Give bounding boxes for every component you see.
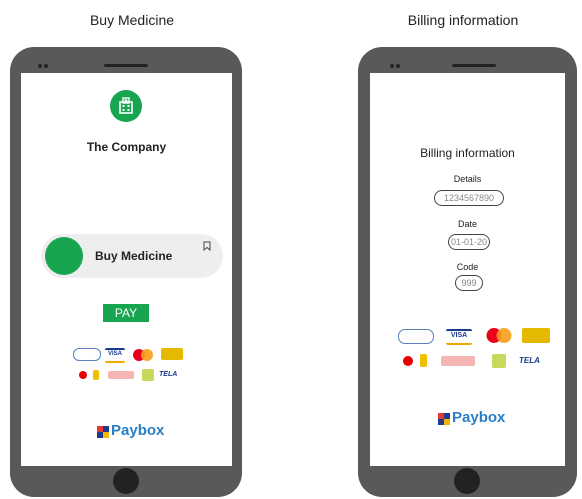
paybox-icon	[438, 412, 450, 425]
billing-title: Billing information	[420, 146, 515, 160]
home-button[interactable]	[113, 468, 139, 494]
company-logo-icon	[110, 90, 142, 122]
mtn-logo	[420, 354, 427, 367]
visa-logo: VISA	[446, 329, 472, 345]
right-screen: Billing information Details 1234567890 D…	[370, 73, 565, 466]
home-button[interactable]	[454, 468, 480, 494]
paybox-icon	[97, 425, 109, 438]
camera-dot	[38, 64, 42, 68]
medicine-image	[45, 237, 83, 275]
mpesa-logo	[161, 348, 183, 360]
code-label: Code	[456, 262, 479, 272]
buy-medicine-label: Buy Medicine	[95, 249, 173, 263]
vodafone-logo	[79, 371, 87, 379]
date-field[interactable]: 01-01-20	[448, 234, 490, 250]
girokart-logo	[73, 348, 101, 361]
pay-button[interactable]: PAY	[103, 304, 149, 322]
tela-logo: TELA	[159, 371, 178, 378]
airtel-tigo-logo	[108, 371, 134, 379]
left-phone: The Company Buy Medicine PAY VISA TELA P…	[10, 47, 242, 497]
left-screen: The Company Buy Medicine PAY VISA TELA P…	[21, 73, 232, 466]
right-phone: Billing information Details 1234567890 D…	[358, 47, 577, 497]
paybox-label: Paybox	[111, 422, 165, 439]
sensor-dot	[396, 64, 400, 68]
speaker	[452, 64, 496, 67]
bookmark-icon[interactable]	[203, 238, 211, 256]
details-label: Details	[453, 174, 482, 184]
girokart-logo	[398, 329, 434, 344]
tela-logo: TELA	[519, 356, 540, 365]
speaker	[104, 64, 148, 67]
date-label: Date	[457, 219, 477, 229]
mastercard-logo	[131, 348, 155, 361]
right-caption: Billing information	[407, 12, 519, 28]
visa-logo: VISA	[105, 348, 125, 363]
camera-dot	[390, 64, 394, 68]
mtn-logo	[93, 370, 99, 380]
ecocash-logo	[142, 369, 154, 381]
buy-medicine-card[interactable]: Buy Medicine	[41, 234, 223, 278]
mastercard-logo	[484, 328, 514, 343]
left-caption: Buy Medicine	[89, 12, 175, 28]
mpesa-logo	[522, 328, 550, 343]
company-name: The Company	[86, 140, 167, 154]
paybox-logo: Paybox	[97, 422, 164, 439]
code-field[interactable]: 999	[455, 275, 483, 291]
details-field[interactable]: 1234567890	[434, 190, 504, 206]
airtel-tigo-logo	[441, 356, 475, 366]
paybox-label: Paybox	[452, 409, 506, 426]
ecocash-logo	[492, 354, 506, 368]
vodafone-logo	[403, 356, 413, 366]
sensor-dot	[44, 64, 48, 68]
paybox-logo: Paybox	[438, 409, 505, 426]
